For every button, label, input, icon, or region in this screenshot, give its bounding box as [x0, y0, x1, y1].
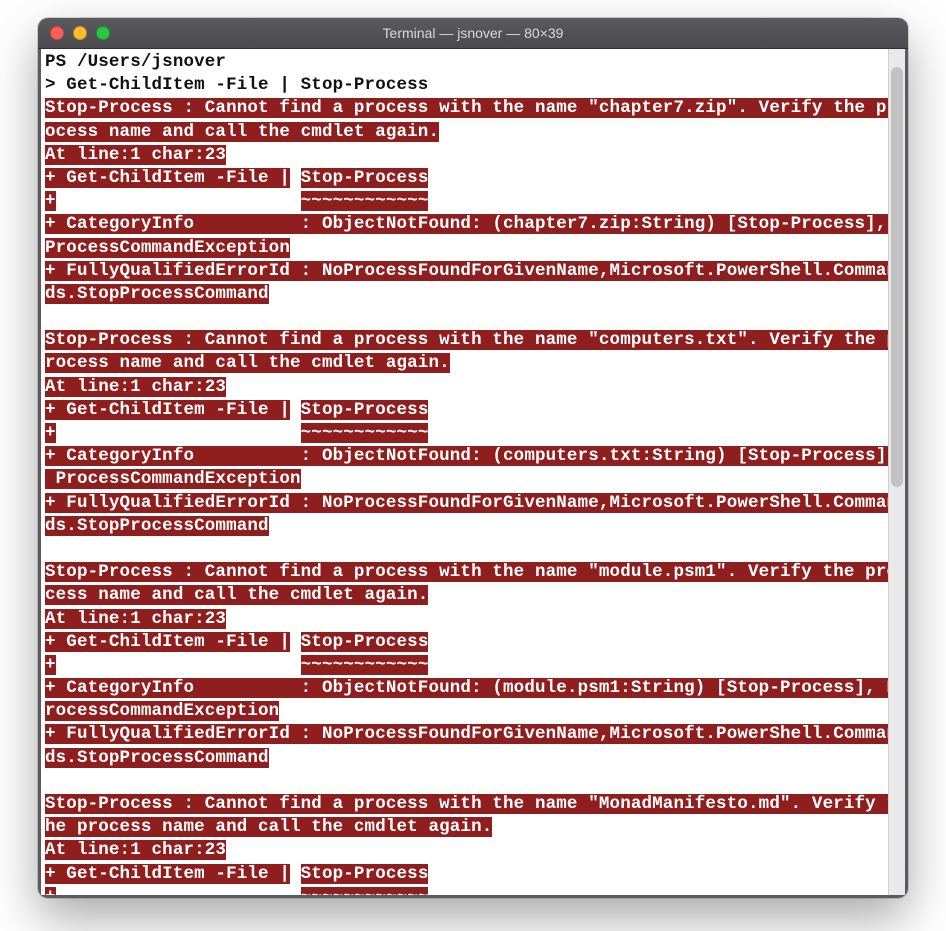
window-title: Terminal — jsnover — 80×39 — [38, 25, 908, 41]
error-id: ds.StopProcessCommand — [45, 516, 269, 536]
error-message: rocess name and call the cmdlet again. — [45, 353, 450, 373]
error-category: ProcessCommandException — [45, 469, 301, 489]
error-command-target: Stop-Process — [301, 864, 429, 884]
titlebar[interactable]: Terminal — jsnover — 80×39 — [38, 18, 908, 49]
error-id: + FullyQualifiedErrorId : NoProcessFound… — [45, 493, 897, 513]
error-category: rocessCommandException — [45, 701, 279, 721]
error-command-target: Stop-Process — [301, 168, 429, 188]
error-id: + FullyQualifiedErrorId : NoProcessFound… — [45, 261, 897, 281]
error-command: + Get-ChildItem -File | — [45, 168, 290, 188]
error-underline: ~~~~~~~~~~~~ — [301, 887, 429, 898]
error-message: he process name and call the cmdlet agai… — [45, 817, 492, 837]
error-message: Stop-Process : Cannot find a process wit… — [45, 562, 897, 582]
minimize-icon[interactable] — [73, 26, 87, 40]
command-line: > Get-ChildItem -File | Stop-Process — [45, 75, 428, 95]
error-message: cess name and call the cmdlet again. — [45, 585, 428, 605]
error-category: + CategoryInfo : ObjectNotFound: (comput… — [45, 446, 897, 466]
error-command: + Get-ChildItem -File | — [45, 400, 290, 420]
error-command-target: Stop-Process — [301, 400, 429, 420]
error-marker: + — [45, 423, 56, 443]
error-message: Stop-Process : Cannot find a process wit… — [45, 98, 897, 118]
terminal-output[interactable]: PS /Users/jsnover > Get-ChildItem -File |… — [41, 49, 889, 895]
error-underline: ~~~~~~~~~~~~ — [301, 655, 429, 675]
error-message: ocess name and call the cmdlet again. — [45, 122, 439, 142]
error-command: + Get-ChildItem -File | — [45, 632, 290, 652]
error-category: ProcessCommandException — [45, 238, 290, 258]
error-location: At line:1 char:23 — [45, 609, 226, 629]
error-category: + CategoryInfo : ObjectNotFound: (module… — [45, 678, 897, 698]
error-underline: ~~~~~~~~~~~~ — [301, 423, 429, 443]
error-marker: + — [45, 887, 56, 898]
error-id: ds.StopProcessCommand — [45, 284, 269, 304]
error-location: At line:1 char:23 — [45, 377, 226, 397]
error-message: Stop-Process : Cannot find a process wit… — [45, 330, 897, 350]
error-marker: + — [45, 191, 56, 211]
window-controls — [38, 26, 110, 40]
error-location: At line:1 char:23 — [45, 145, 226, 165]
prompt-path: PS /Users/jsnover — [45, 52, 226, 72]
error-command-target: Stop-Process — [301, 632, 429, 652]
terminal-area[interactable]: PS /Users/jsnover > Get-ChildItem -File |… — [38, 49, 908, 898]
error-marker: + — [45, 655, 56, 675]
error-location: At line:1 char:23 — [45, 840, 226, 860]
error-command: + Get-ChildItem -File | — [45, 864, 290, 884]
error-id: + FullyQualifiedErrorId : NoProcessFound… — [45, 724, 897, 744]
error-id: ds.StopProcessCommand — [45, 748, 269, 768]
zoom-icon[interactable] — [96, 26, 110, 40]
error-message: Stop-Process : Cannot find a process wit… — [45, 794, 897, 814]
scrollbar-thumb[interactable] — [891, 67, 903, 487]
scrollbar[interactable] — [888, 49, 905, 895]
error-category: + CategoryInfo : ObjectNotFound: (chapte… — [45, 214, 897, 234]
error-underline: ~~~~~~~~~~~~ — [301, 191, 429, 211]
terminal-window: Terminal — jsnover — 80×39 PS /Users/jsn… — [38, 18, 908, 898]
close-icon[interactable] — [50, 26, 64, 40]
